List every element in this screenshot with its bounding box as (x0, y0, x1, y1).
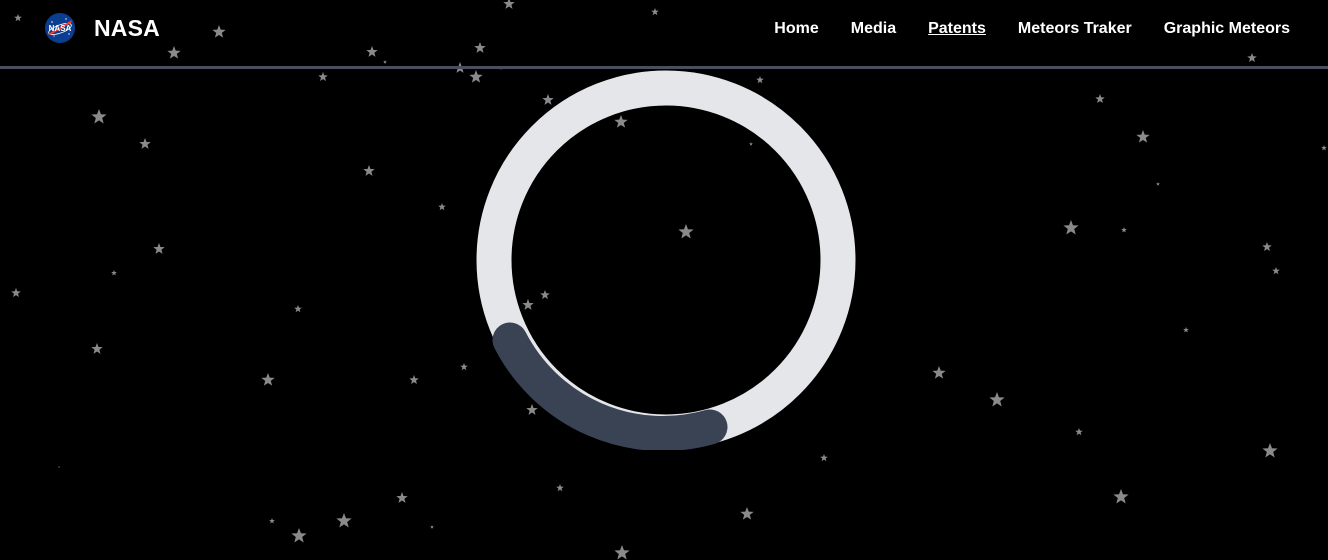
navbar: NASA NASA Home Media Patents Meteors Tra… (0, 0, 1328, 69)
brand-link[interactable]: NASA NASA (44, 12, 160, 44)
star-icon (1136, 130, 1150, 143)
star-icon (989, 392, 1005, 407)
star-icon (556, 484, 564, 492)
nav-link-graphic-meteors[interactable]: Graphic Meteors (1164, 20, 1290, 37)
star-icon (409, 375, 419, 385)
brand-name: NASA (94, 14, 160, 41)
star-icon (363, 165, 375, 176)
star-icon (1095, 94, 1105, 104)
star-icon (1121, 227, 1127, 233)
star-icon (1075, 428, 1083, 436)
star-icon (614, 545, 630, 560)
star-icon (153, 243, 165, 254)
star-icon (1183, 327, 1189, 333)
nav-link-patents[interactable]: Patents (928, 20, 986, 37)
star-icon (58, 466, 60, 468)
star-icon (430, 525, 434, 529)
nav-item-patents: Patents (928, 20, 986, 38)
star-icon (269, 518, 275, 524)
star-icon (740, 507, 754, 520)
nav-item-meteors-tracker: Meteors Traker (1018, 20, 1132, 38)
star-icon (396, 492, 408, 503)
star-icon (139, 138, 151, 149)
star-icon (820, 454, 828, 462)
star-icon (1063, 220, 1079, 235)
nav-link-meteors-tracker[interactable]: Meteors Traker (1018, 20, 1132, 37)
star-icon (11, 288, 21, 298)
star-icon (1156, 182, 1160, 186)
star-icon (111, 270, 117, 276)
star-icon (291, 528, 307, 543)
app-page: NASA NASA Home Media Patents Meteors Tra… (0, 0, 1328, 560)
star-icon (460, 363, 468, 371)
star-icon (1272, 267, 1280, 275)
star-icon (336, 513, 352, 528)
nav-links: Home Media Patents Meteors Traker Graphi… (774, 20, 1290, 38)
star-icon (91, 109, 107, 124)
nav-item-home: Home (774, 20, 818, 38)
star-icon (1113, 489, 1129, 504)
nav-link-home[interactable]: Home (774, 20, 818, 37)
star-icon (932, 366, 946, 379)
logo-text: NASA (49, 24, 72, 33)
star-icon (294, 305, 302, 313)
nasa-logo-icon: NASA (45, 13, 75, 43)
star-icon (438, 203, 446, 211)
star-icon (261, 373, 275, 386)
star-icon (1321, 145, 1327, 151)
star-icon (1262, 443, 1278, 458)
nav-item-media: Media (851, 20, 896, 38)
nav-link-media[interactable]: Media (851, 20, 896, 37)
nav-item-graphic-meteors: Graphic Meteors (1164, 20, 1290, 38)
star-icon (1262, 242, 1272, 252)
star-icon (318, 72, 328, 82)
loading-spinner-icon (476, 70, 856, 450)
star-icon (91, 343, 103, 354)
